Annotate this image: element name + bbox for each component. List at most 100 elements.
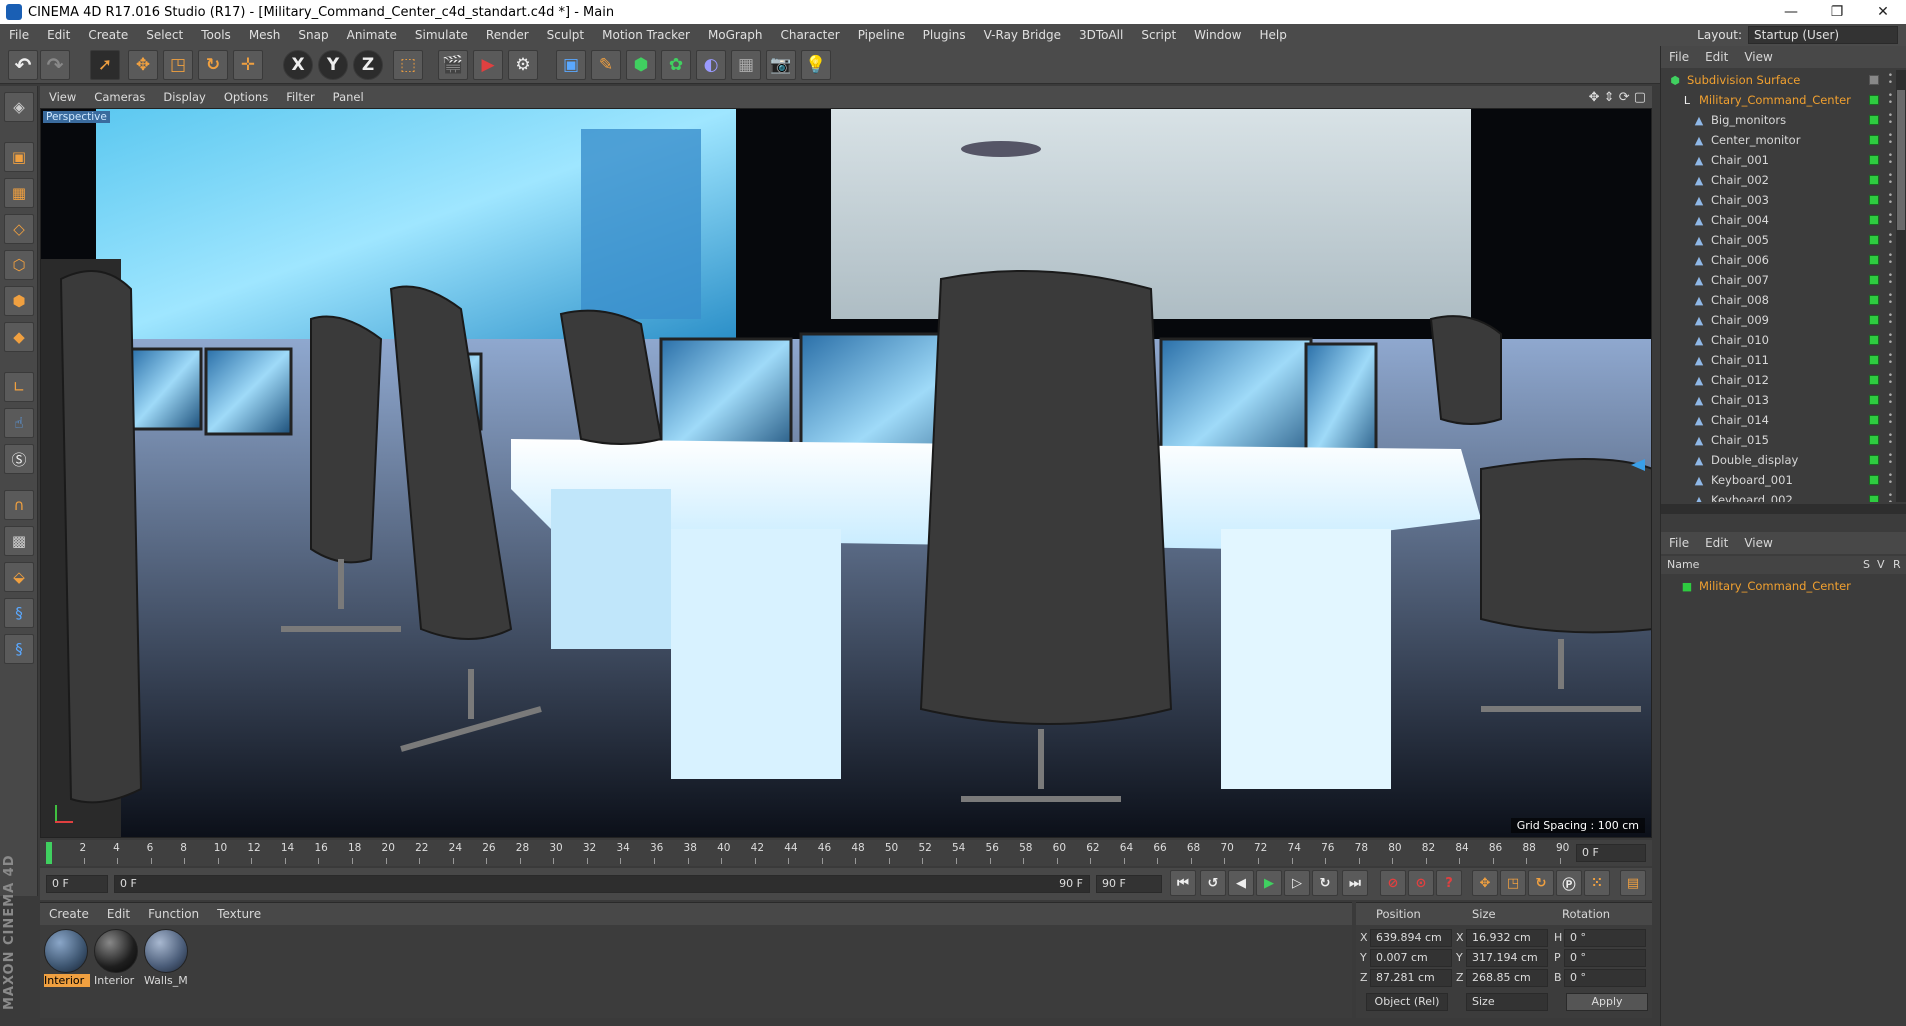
model-mode-icon[interactable]: ▣ bbox=[4, 142, 34, 172]
obj-menu-view[interactable]: View bbox=[1736, 50, 1780, 64]
mat-menu-create[interactable]: Create bbox=[40, 907, 98, 921]
edit-render-settings-icon[interactable]: ⚙ bbox=[508, 50, 538, 80]
magnet-icon[interactable]: ∩ bbox=[4, 490, 34, 520]
layer-flag-icon[interactable] bbox=[1869, 395, 1879, 405]
texture-mode-icon[interactable]: ▦ bbox=[4, 178, 34, 208]
object-tree-item[interactable]: ▲ Chair_012 • • bbox=[1661, 370, 1897, 390]
floor-icon[interactable]: ▦ bbox=[731, 50, 761, 80]
layer-flag-icon[interactable] bbox=[1869, 415, 1879, 425]
object-tree-item[interactable]: ▲ Chair_009 • • bbox=[1661, 310, 1897, 330]
visibility-dots-icon[interactable]: •• bbox=[1888, 472, 1893, 488]
light-icon[interactable]: 💡 bbox=[801, 50, 831, 80]
menu-help[interactable]: Help bbox=[1250, 28, 1295, 42]
y-axis-icon[interactable]: Y bbox=[318, 50, 348, 80]
close-button[interactable]: ✕ bbox=[1860, 0, 1906, 24]
viewport-menu-cameras[interactable]: Cameras bbox=[85, 90, 154, 104]
object-tree-item[interactable]: ▲ Center_monitor • • bbox=[1661, 130, 1897, 150]
visibility-dots-icon[interactable]: •• bbox=[1888, 212, 1893, 228]
object-tree-item[interactable]: ▲ Chair_013 • • bbox=[1661, 390, 1897, 410]
go-to-prev-key-icon[interactable]: ↺ bbox=[1200, 870, 1226, 896]
menu-pipeline[interactable]: Pipeline bbox=[849, 28, 914, 42]
pen-icon[interactable]: ✎ bbox=[591, 50, 621, 80]
rotate-icon[interactable]: ↻ bbox=[198, 50, 228, 80]
live-select-icon[interactable]: ➚ bbox=[90, 50, 120, 80]
object-tree-item[interactable]: ▲ Chair_002 • • bbox=[1661, 170, 1897, 190]
prev-frame-icon[interactable]: ◀ bbox=[1228, 870, 1254, 896]
visibility-dots-icon[interactable]: •• bbox=[1888, 412, 1893, 428]
layer-flag-icon[interactable] bbox=[1869, 495, 1879, 502]
layer-menu-view[interactable]: View bbox=[1736, 536, 1780, 550]
render-view-icon[interactable]: 🎬 bbox=[438, 50, 468, 80]
layer-flag-icon[interactable] bbox=[1869, 155, 1879, 165]
viewport-menu-filter[interactable]: Filter bbox=[277, 90, 323, 104]
keyframe-selection-icon[interactable]: ? bbox=[1436, 870, 1462, 896]
visibility-dots-icon[interactable]: •• bbox=[1888, 432, 1893, 448]
mat-menu-function[interactable]: Function bbox=[139, 907, 208, 921]
points-mode-icon[interactable]: ⬡ bbox=[4, 250, 34, 280]
go-to-end-icon[interactable]: ⏭ bbox=[1342, 870, 1368, 896]
menu-motion-tracker[interactable]: Motion Tracker bbox=[593, 28, 699, 42]
transform-icon[interactable]: ✛ bbox=[233, 50, 263, 80]
position-field[interactable]: 639.894 cm bbox=[1370, 929, 1452, 947]
visibility-dots-icon[interactable]: •• bbox=[1888, 392, 1893, 408]
menu-snap[interactable]: Snap bbox=[289, 28, 337, 42]
viewport-menu-options[interactable]: Options bbox=[215, 90, 277, 104]
go-to-start-icon[interactable]: ⏮ bbox=[1170, 870, 1196, 896]
key-scale-icon[interactable]: ◳ bbox=[1500, 870, 1526, 896]
layer-flag-icon[interactable] bbox=[1869, 455, 1879, 465]
key-position-icon[interactable]: ✥ bbox=[1472, 870, 1498, 896]
position-field[interactable]: 0.007 cm bbox=[1370, 949, 1452, 967]
next-frame-icon[interactable]: ▷ bbox=[1284, 870, 1310, 896]
menu-tools[interactable]: Tools bbox=[192, 28, 240, 42]
viewport-camera-label[interactable]: Perspective bbox=[43, 111, 110, 123]
object-tree-item[interactable]: ▲ Chair_010 • • bbox=[1661, 330, 1897, 350]
viewport-menu-display[interactable]: Display bbox=[154, 90, 214, 104]
visibility-dots-icon[interactable]: •• bbox=[1888, 172, 1893, 188]
object-tree-item[interactable]: ▲ Chair_008 • • bbox=[1661, 290, 1897, 310]
position-field[interactable]: 87.281 cm bbox=[1370, 969, 1452, 987]
material-swatch[interactable]: Interior bbox=[94, 929, 140, 989]
cube-icon[interactable]: ▣ bbox=[556, 50, 586, 80]
obj-menu-file[interactable]: File bbox=[1661, 50, 1697, 64]
visibility-dots-icon[interactable]: •• bbox=[1888, 92, 1893, 108]
object-tree-item[interactable]: ▲ Chair_004 • • bbox=[1661, 210, 1897, 230]
menu-sculpt[interactable]: Sculpt bbox=[538, 28, 593, 42]
material-swatch[interactable]: Walls_M bbox=[144, 929, 190, 989]
apply-button[interactable]: Apply bbox=[1566, 993, 1648, 1011]
frame-range-slider[interactable]: 0 F 90 F bbox=[114, 875, 1090, 893]
object-tree-item[interactable]: ▲ Chair_007 • • bbox=[1661, 270, 1897, 290]
layer-flag-icon[interactable] bbox=[1869, 135, 1879, 145]
visibility-dots-icon[interactable]: •• bbox=[1888, 112, 1893, 128]
menu-window[interactable]: Window bbox=[1185, 28, 1250, 42]
layer-flag-icon[interactable] bbox=[1869, 75, 1879, 85]
menu-mograph[interactable]: MoGraph bbox=[699, 28, 772, 42]
visibility-dots-icon[interactable]: •• bbox=[1888, 132, 1893, 148]
mat-menu-texture[interactable]: Texture bbox=[208, 907, 270, 921]
object-tree-item[interactable]: ▲ Chair_001 • • bbox=[1661, 150, 1897, 170]
coordinate-system-icon[interactable]: ⬚ bbox=[393, 50, 423, 80]
visibility-dots-icon[interactable]: •• bbox=[1888, 192, 1893, 208]
layer-flag-icon[interactable] bbox=[1869, 115, 1879, 125]
edges-mode-icon[interactable]: ⬢ bbox=[4, 286, 34, 316]
playhead-icon[interactable] bbox=[46, 842, 52, 864]
obj-menu-edit[interactable]: Edit bbox=[1697, 50, 1736, 64]
size-field[interactable]: 317.194 cm bbox=[1466, 949, 1548, 967]
visibility-dots-icon[interactable]: •• bbox=[1888, 452, 1893, 468]
make-editable-icon[interactable]: ◈ bbox=[4, 92, 34, 122]
object-tree-item[interactable]: ▲ Keyboard_002 •• bbox=[1661, 490, 1897, 502]
layer-flag-icon[interactable] bbox=[1869, 375, 1879, 385]
layer-flag-icon[interactable] bbox=[1869, 175, 1879, 185]
viewport-nav-icons[interactable]: ✥ ⇕ ⟳ ▢ bbox=[1589, 90, 1646, 105]
play-icon[interactable]: ▶ bbox=[1256, 870, 1282, 896]
key-rotation-icon[interactable]: ↻ bbox=[1528, 870, 1554, 896]
redo-icon[interactable]: ↷ bbox=[40, 50, 70, 80]
menu-vray-bridge[interactable]: V-Ray Bridge bbox=[975, 28, 1070, 42]
start-frame-field[interactable]: 0 F bbox=[46, 875, 108, 893]
visibility-dots-icon[interactable]: •• bbox=[1888, 152, 1893, 168]
polygons-mode-icon[interactable]: ◆ bbox=[4, 322, 34, 352]
mat-menu-edit[interactable]: Edit bbox=[98, 907, 139, 921]
menu-character[interactable]: Character bbox=[771, 28, 848, 42]
object-tree-item[interactable]: ▲ Chair_006 • • bbox=[1661, 250, 1897, 270]
coordinate-mode-dropdown[interactable]: Object (Rel) bbox=[1366, 993, 1448, 1011]
z-axis-icon[interactable]: Z bbox=[353, 50, 383, 80]
